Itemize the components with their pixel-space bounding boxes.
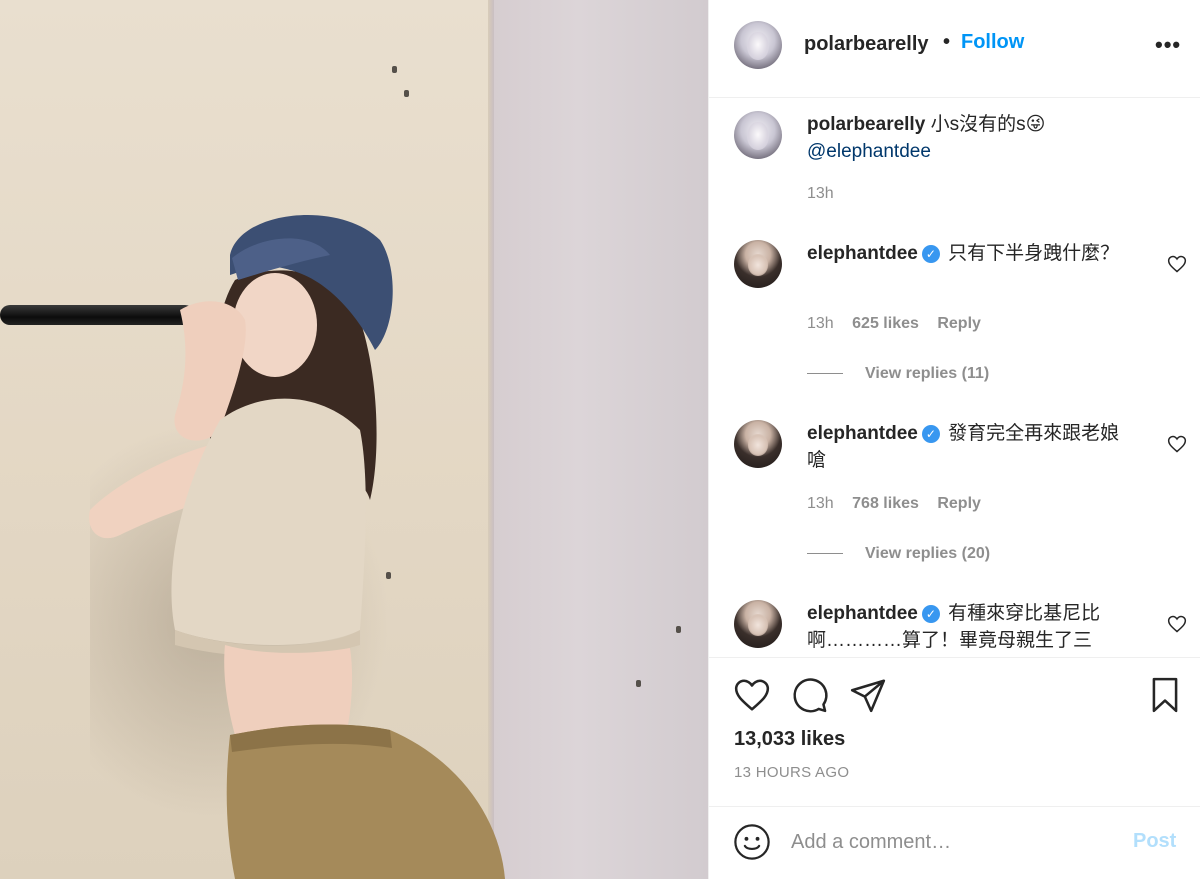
comment-text: elephantdee ✓ 有種來穿比基尼比啊…………算了！畢竟母親生了三: [807, 600, 1127, 654]
caption-mention[interactable]: @elephantdee: [807, 141, 931, 162]
comment-text: elephantdee ✓ 發育完全再來跟老娘嗆: [807, 420, 1127, 474]
person-figure: [89, 214, 505, 879]
comment-username[interactable]: elephantdee: [807, 423, 918, 444]
post-side-panel: polarbearelly • Follow ••• polarbearelly…: [708, 0, 1200, 879]
post-header: polarbearelly • Follow •••: [709, 0, 1200, 98]
caption-avatar[interactable]: [734, 111, 782, 159]
post-timestamp: 13 HOURS AGO: [734, 764, 850, 781]
caption-time: 13h: [807, 185, 834, 202]
comment-like-heart-icon[interactable]: [1167, 614, 1187, 634]
comment-composer: Post: [709, 806, 1200, 879]
comment-icon[interactable]: [791, 676, 829, 714]
likes-count[interactable]: 13,033 likes: [734, 728, 845, 751]
view-replies-button[interactable]: View replies (20): [807, 545, 990, 563]
comment-likes[interactable]: 625 likes: [852, 315, 919, 332]
replies-divider: [807, 553, 843, 555]
comment-likes[interactable]: 768 likes: [852, 495, 919, 512]
commenter-avatar[interactable]: [734, 240, 782, 288]
comment-meta: 13h 768 likes Reply: [807, 495, 995, 513]
wall-mark: [676, 626, 681, 633]
comments-list[interactable]: polarbearelly 小s沒有的s😜 @elephantdee 13h e…: [709, 99, 1200, 656]
view-replies-label: View replies (11): [865, 365, 990, 382]
wall-mark: [636, 680, 641, 687]
comment-input[interactable]: [791, 825, 1111, 859]
verified-badge-icon: ✓: [921, 425, 940, 443]
comment-meta: 13h 625 likes Reply: [807, 315, 995, 333]
reply-button[interactable]: Reply: [937, 315, 981, 332]
more-options-icon[interactable]: •••: [1155, 32, 1181, 58]
commenter-avatar[interactable]: [734, 600, 782, 648]
comment-like-heart-icon[interactable]: [1167, 434, 1187, 454]
replies-divider: [807, 373, 843, 375]
comment-username[interactable]: elephantdee: [807, 603, 918, 624]
verified-badge-icon: ✓: [921, 605, 940, 623]
commenter-avatar[interactable]: [734, 420, 782, 468]
follow-button[interactable]: Follow: [961, 31, 1024, 54]
caption-username[interactable]: polarbearelly: [807, 114, 925, 135]
heart-icon[interactable]: [733, 676, 771, 714]
comment-time: 13h: [807, 315, 834, 332]
view-replies-label: View replies (20): [865, 545, 991, 562]
bookmark-icon[interactable]: [1146, 676, 1184, 714]
comment-username[interactable]: elephantdee: [807, 243, 918, 264]
wall-mark: [404, 90, 409, 97]
comment-time: 13h: [807, 495, 834, 512]
smiley-icon[interactable]: [733, 823, 771, 861]
caption-text: polarbearelly 小s沒有的s😜 @elephantdee: [807, 111, 1127, 165]
caption-body: 小s沒有的s😜: [930, 114, 1046, 135]
reply-button[interactable]: Reply: [937, 495, 981, 512]
owner-avatar[interactable]: [734, 21, 782, 69]
comment-body: 只有下半身跩什麼？: [948, 243, 1120, 264]
wall-mark: [392, 66, 397, 73]
wall-right: [492, 0, 708, 879]
owner-username[interactable]: polarbearelly: [804, 33, 929, 56]
caption-meta: 13h: [807, 185, 848, 203]
view-replies-button[interactable]: View replies (11): [807, 365, 989, 383]
paper-plane-icon[interactable]: [849, 676, 887, 714]
verified-badge-icon: ✓: [921, 245, 940, 263]
post-actions: 13,033 likes 13 HOURS AGO: [709, 657, 1200, 807]
comment-like-heart-icon[interactable]: [1167, 254, 1187, 274]
comment-text: elephantdee ✓ 只有下半身跩什麼？: [807, 240, 1127, 267]
separator-dot: •: [943, 31, 951, 53]
post-photo[interactable]: [0, 0, 708, 879]
post-button[interactable]: Post: [1133, 830, 1176, 853]
